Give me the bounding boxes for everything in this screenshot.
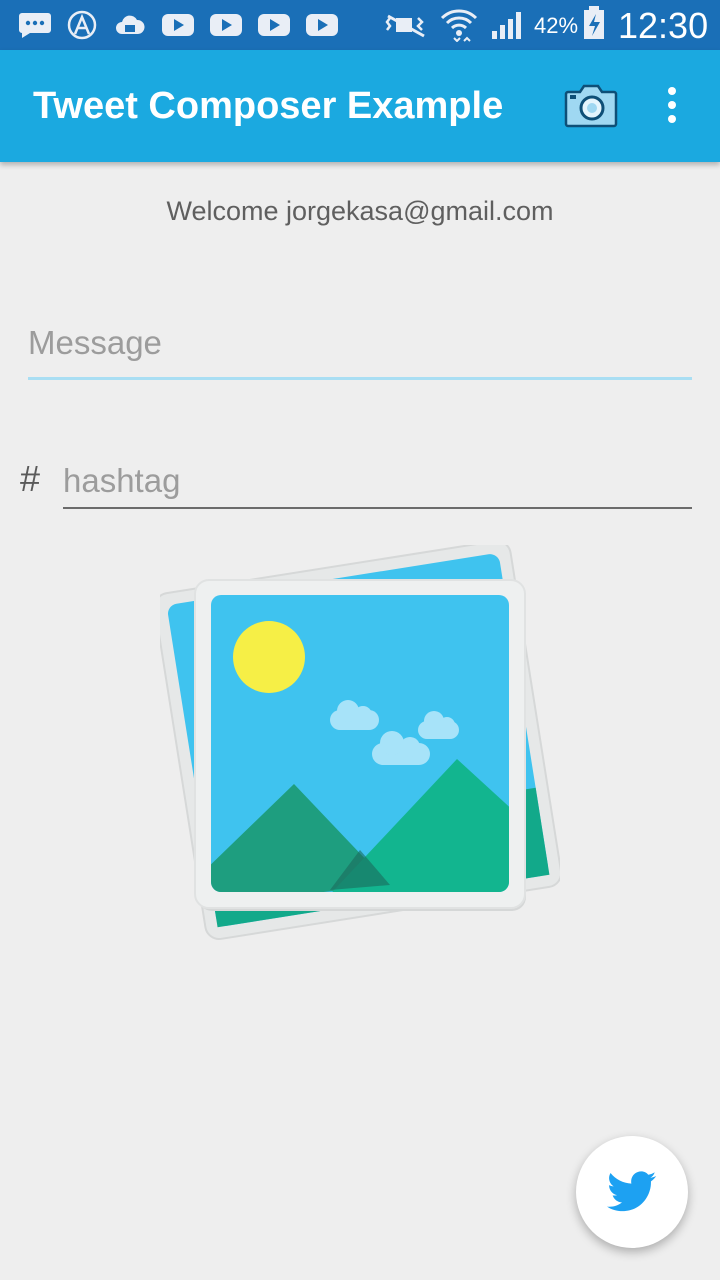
camera-icon <box>564 84 618 128</box>
wifi-icon <box>440 9 478 42</box>
app-bar: Tweet Composer Example <box>0 50 720 162</box>
image-preview[interactable] <box>153 540 563 945</box>
youtube-icon <box>306 14 338 36</box>
app-icon <box>66 10 98 40</box>
clock: 12:30 <box>618 5 709 46</box>
youtube-icon <box>258 14 290 36</box>
twitter-bird-icon <box>607 1171 657 1212</box>
message-input[interactable] <box>28 300 692 380</box>
image-placeholder-icon <box>153 540 563 940</box>
youtube-icon <box>162 14 194 36</box>
battery-percent: 42% <box>534 13 579 38</box>
app-title: Tweet Composer Example <box>33 85 504 127</box>
mute-icon <box>384 10 434 40</box>
more-vert-icon[interactable] <box>650 80 694 130</box>
signal-icon <box>490 10 526 40</box>
hashtag-input[interactable] <box>63 455 692 509</box>
camera-button[interactable] <box>562 80 622 130</box>
youtube-icon <box>210 14 242 36</box>
tweet-button[interactable] <box>576 1136 688 1248</box>
cloud-icon <box>114 10 146 40</box>
battery-charging-icon <box>582 6 606 39</box>
status-bar: 42% 12:30 <box>0 0 720 50</box>
welcome-text: Welcome jorgekasa@gmail.com <box>166 196 554 226</box>
message-icon <box>18 10 52 40</box>
hashtag-prefix: # <box>20 458 41 499</box>
